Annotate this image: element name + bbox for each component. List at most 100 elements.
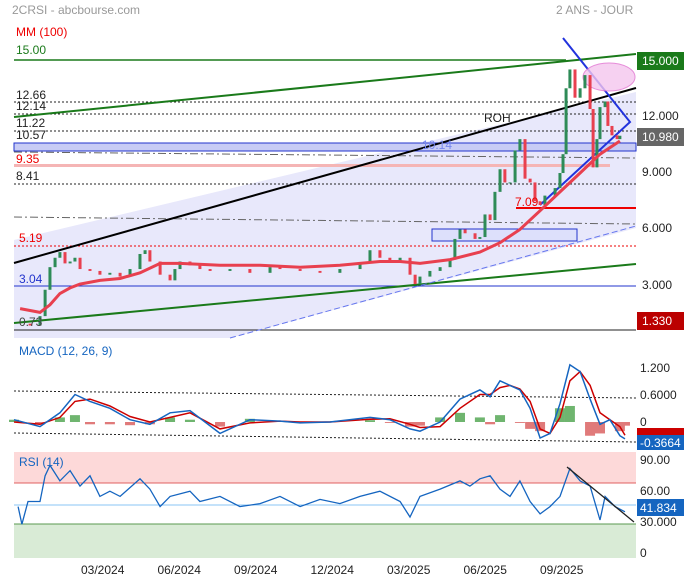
candle bbox=[53, 257, 57, 268]
label-1214: 12.14 bbox=[16, 99, 46, 113]
candle bbox=[538, 201, 542, 206]
candle bbox=[588, 75, 592, 109]
candle bbox=[418, 276, 422, 285]
candle bbox=[88, 269, 92, 271]
macd-upper-dotted bbox=[13, 390, 637, 399]
candle bbox=[595, 139, 599, 168]
macd-ytick-0: 0 bbox=[640, 415, 647, 429]
candle bbox=[428, 270, 432, 277]
candle bbox=[63, 252, 67, 264]
x-axis: 03/2024 06/2024 09/2024 12/2024 03/2025 06/20… bbox=[81, 563, 584, 577]
label-1014: 10.14 bbox=[422, 138, 452, 152]
candle bbox=[573, 69, 577, 98]
rsi-ytick-90: 90.00 bbox=[640, 453, 670, 467]
candle bbox=[493, 191, 497, 221]
histogram-bar bbox=[455, 412, 465, 422]
candle bbox=[615, 135, 619, 140]
ytick-12: 12.000 bbox=[642, 109, 679, 123]
candle bbox=[208, 269, 212, 271]
x-tick-label: 09/2024 bbox=[234, 563, 278, 577]
candle bbox=[318, 270, 322, 273]
histogram-bar bbox=[104, 422, 115, 425]
candle bbox=[603, 101, 607, 108]
histogram-bar bbox=[525, 422, 536, 429]
label-935: 9.35 bbox=[16, 152, 40, 166]
ma-legend: MM (100) bbox=[16, 25, 67, 39]
candle bbox=[463, 229, 467, 234]
rsi-ytick-30: 30.000 bbox=[640, 515, 677, 529]
candle bbox=[168, 274, 172, 281]
candle bbox=[583, 75, 587, 89]
candle bbox=[58, 252, 62, 258]
ytick-6: 6.000 bbox=[642, 221, 672, 235]
macd-legend: MACD (12, 26, 9) bbox=[19, 344, 112, 358]
candle bbox=[508, 182, 512, 184]
candle bbox=[68, 261, 72, 264]
candle bbox=[338, 269, 342, 273]
histogram-bar bbox=[619, 422, 630, 426]
x-tick-label: 06/2025 bbox=[464, 563, 508, 577]
histogram-bar bbox=[414, 422, 425, 426]
histogram-bar bbox=[474, 417, 485, 422]
green-trendline-top bbox=[13, 53, 637, 118]
rsi-legend: RSI (14) bbox=[19, 455, 64, 469]
candle bbox=[148, 250, 152, 262]
rsi-overbought-zone bbox=[14, 452, 636, 483]
histogram-bar bbox=[364, 420, 375, 422]
candle bbox=[528, 178, 532, 183]
candle bbox=[568, 69, 572, 89]
label-841: 8.41 bbox=[16, 169, 40, 183]
x-tick-label: 06/2024 bbox=[158, 563, 202, 577]
candle bbox=[473, 233, 477, 239]
histogram-bar bbox=[485, 422, 496, 425]
rsi-ytick-60: 60.00 bbox=[640, 484, 670, 498]
candle bbox=[498, 169, 502, 192]
candle bbox=[564, 88, 568, 155]
channel-fill bbox=[14, 92, 636, 338]
candle bbox=[518, 139, 522, 151]
roh-annotation: ROH bbox=[484, 111, 511, 125]
candle bbox=[298, 269, 302, 271]
candle bbox=[513, 150, 517, 183]
candle bbox=[488, 214, 492, 221]
candle bbox=[458, 229, 462, 239]
x-tick-label: 03/2025 bbox=[387, 563, 431, 577]
zone-1014 bbox=[13, 142, 637, 152]
candle bbox=[248, 269, 252, 273]
tag-15: 15.000 bbox=[642, 54, 679, 68]
histogram-bar bbox=[564, 405, 575, 422]
ytick-3: 3.000 bbox=[642, 278, 672, 292]
candle bbox=[438, 267, 442, 271]
histogram-bar bbox=[215, 422, 226, 427]
ytick-9: 9.000 bbox=[642, 165, 672, 179]
candle bbox=[43, 289, 47, 317]
candle bbox=[558, 173, 562, 189]
chart-title: 2CRSI - abcbourse.com bbox=[12, 3, 140, 17]
label-15: 15.00 bbox=[16, 43, 46, 57]
candle bbox=[561, 154, 565, 174]
label-709: 7.09 bbox=[515, 195, 539, 209]
histogram-bar bbox=[125, 422, 136, 426]
macd-ytick-12: 1.200 bbox=[640, 361, 670, 375]
rsi-oversold-zone bbox=[14, 524, 636, 558]
label-073: 0.73 bbox=[19, 315, 43, 329]
candle bbox=[606, 101, 610, 126]
candle bbox=[503, 169, 507, 183]
candle bbox=[378, 250, 382, 258]
candle bbox=[78, 257, 82, 270]
zone-935 bbox=[14, 164, 610, 167]
candle bbox=[143, 250, 147, 254]
label-1057: 10.57 bbox=[16, 128, 46, 142]
label-304: 3.04 bbox=[19, 272, 43, 286]
histogram-bar bbox=[84, 422, 95, 425]
macd-tag: -0.3664 bbox=[640, 436, 681, 450]
candle bbox=[118, 272, 122, 277]
candle bbox=[483, 214, 487, 238]
last-price-tag: 10.980 bbox=[642, 130, 679, 144]
candle bbox=[73, 257, 77, 262]
x-tick-label: 03/2024 bbox=[81, 563, 125, 577]
candle bbox=[268, 267, 272, 273]
candle bbox=[610, 125, 614, 136]
histogram-bar bbox=[184, 419, 195, 422]
candle bbox=[453, 238, 457, 260]
